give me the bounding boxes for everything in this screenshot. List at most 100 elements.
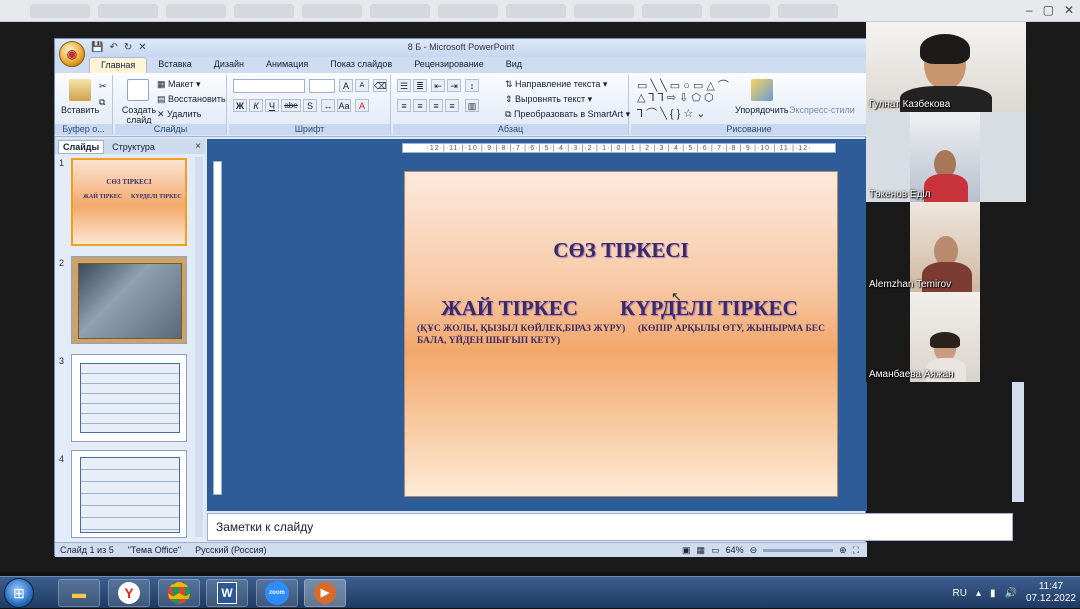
tab-slideshow[interactable]: Показ слайдов xyxy=(319,57,403,73)
italic-button[interactable]: К xyxy=(249,99,263,112)
slide-thumbnail-4[interactable] xyxy=(71,450,187,538)
spacing-icon[interactable]: ↔ xyxy=(321,99,335,112)
bullets-icon[interactable]: ☰ xyxy=(397,79,411,92)
video-tile-1[interactable]: Гулнат Казбекова xyxy=(866,22,1026,112)
tab-slides-pane[interactable]: Слайды xyxy=(58,139,105,154)
browser-tab[interactable] xyxy=(302,4,362,18)
notes-pane[interactable]: Заметки к слайду xyxy=(207,513,1013,541)
layout-button[interactable]: ▦ Макет ▾ xyxy=(157,79,201,90)
align-left-icon[interactable]: ≡ xyxy=(397,99,411,112)
font-color-icon[interactable]: A xyxy=(355,99,369,112)
fit-window-icon[interactable]: ⛶ xyxy=(853,545,859,556)
shapes-gallery-row3[interactable]: ⅂ ⌒ ╲ { } ☆ ⌄ xyxy=(637,105,706,121)
slide-canvas[interactable]: СӨЗ ТІРКЕСІ ЖАЙ ТІРКЕС КҮРДЕЛІ ТІРКЕС (Қ… xyxy=(404,171,838,497)
slide-col1-heading[interactable]: ЖАЙ ТІРКЕС xyxy=(441,296,578,321)
new-slide-button[interactable]: Создать слайд xyxy=(121,105,157,125)
editor-scrollbar[interactable] xyxy=(1012,382,1024,502)
start-button[interactable]: ⊞ xyxy=(4,578,34,608)
tray-expand-icon[interactable]: ▴ xyxy=(976,588,981,599)
browser-tab[interactable] xyxy=(98,4,158,18)
underline-button[interactable]: Ч xyxy=(265,99,279,112)
browser-tab[interactable] xyxy=(234,4,294,18)
browser-tab[interactable] xyxy=(30,4,90,18)
slide-thumbnail-2[interactable] xyxy=(71,256,187,344)
numbering-icon[interactable]: ≣ xyxy=(413,79,427,92)
browser-tab[interactable] xyxy=(778,4,838,18)
video-tile-2[interactable]: Төкенов Еділ xyxy=(866,112,1026,202)
zoom-in-icon[interactable]: ⊕ xyxy=(839,545,847,556)
network-icon[interactable]: ▮ xyxy=(990,588,996,599)
tab-home[interactable]: Главная xyxy=(89,57,148,73)
explorer-taskbar-button[interactable]: ▬ xyxy=(58,579,100,607)
shadow-button[interactable]: S xyxy=(303,99,317,112)
word-taskbar-button[interactable]: W xyxy=(206,579,248,607)
browser-tab[interactable] xyxy=(438,4,498,18)
delete-slide-button[interactable]: ✕ Удалить xyxy=(157,109,201,120)
line-spacing-icon[interactable]: ↕ xyxy=(465,79,479,92)
yandex-taskbar-button[interactable]: Y xyxy=(108,579,150,607)
decrease-indent-icon[interactable]: ⇤ xyxy=(431,79,445,92)
tab-outline-pane[interactable]: Структура xyxy=(108,141,159,153)
slide-col2-heading[interactable]: КҮРДЕЛІ ТІРКЕС xyxy=(620,296,798,321)
clock[interactable]: 11:47 07.12.2022 xyxy=(1026,581,1076,605)
align-right-icon[interactable]: ≡ xyxy=(429,99,443,112)
tab-design[interactable]: Дизайн xyxy=(203,57,255,73)
justify-icon[interactable]: ≡ xyxy=(445,99,459,112)
chrome-taskbar-button[interactable] xyxy=(158,579,200,607)
cut-icon[interactable]: ✂ xyxy=(99,81,107,92)
browser-tab[interactable] xyxy=(506,4,566,18)
reset-button[interactable]: ▤ Восстановить xyxy=(157,94,226,105)
zoom-out-icon[interactable]: ⊖ xyxy=(750,545,758,556)
language-indicator[interactable]: RU xyxy=(952,588,966,599)
slide-col2-text[interactable]: (КӨПІР АРҚЫЛЫ ӨТУ, ЖЫНЫРМА БЕС xyxy=(638,323,828,335)
thumbnail-scrollbar[interactable] xyxy=(195,157,203,537)
slide-thumbnail-1[interactable]: СӨЗ ТІРКЕСІ ЖАЙ ТІРКЕС КҮРДЕЛІ ТІРКЕС xyxy=(71,158,187,246)
paste-button[interactable]: Вставить xyxy=(61,105,99,115)
slideshow-view-icon[interactable]: ▭ xyxy=(711,545,720,556)
zoom-taskbar-button[interactable]: zoom xyxy=(256,579,298,607)
browser-tab[interactable] xyxy=(710,4,770,18)
office-button[interactable]: ◉ xyxy=(59,41,85,67)
powerpoint-taskbar-button[interactable]: ▶ xyxy=(304,579,346,607)
new-slide-icon[interactable] xyxy=(127,79,149,101)
video-tile-3[interactable]: Alemzhan Temirov xyxy=(866,202,1026,292)
browser-tab[interactable] xyxy=(574,4,634,18)
clear-format-icon[interactable]: ⌫ xyxy=(373,79,387,92)
normal-view-icon[interactable]: ▣ xyxy=(682,545,691,556)
tab-animation[interactable]: Анимация xyxy=(255,57,319,73)
quick-styles-button[interactable]: Экспресс-стили xyxy=(789,105,855,115)
minimize-icon[interactable]: – xyxy=(1026,3,1033,17)
browser-tab[interactable] xyxy=(166,4,226,18)
browser-tab[interactable] xyxy=(642,4,702,18)
bold-button[interactable]: Ж xyxy=(233,99,247,112)
close-pane-icon[interactable]: × xyxy=(195,141,201,152)
browser-tab[interactable] xyxy=(370,4,430,18)
shrink-font-button[interactable]: A xyxy=(355,79,369,92)
sorter-view-icon[interactable]: ▦ xyxy=(697,545,706,556)
tab-insert[interactable]: Вставка xyxy=(147,57,202,73)
case-icon[interactable]: Aa xyxy=(337,99,351,112)
zoom-level[interactable]: 64% xyxy=(726,545,744,555)
video-tile-4[interactable]: Аманбаева Аяжан xyxy=(866,292,1026,382)
slide-title[interactable]: СӨЗ ТІРКЕСІ xyxy=(405,238,837,263)
strike-button[interactable]: abe xyxy=(281,99,301,112)
arrange-icon[interactable] xyxy=(751,79,773,101)
align-text-button[interactable]: ⇕ Выровнять текст ▾ xyxy=(505,94,592,105)
tab-view[interactable]: Вид xyxy=(495,57,533,73)
volume-icon[interactable]: 🔊 xyxy=(1004,588,1016,599)
paste-icon[interactable] xyxy=(69,79,91,101)
tab-review[interactable]: Рецензирование xyxy=(403,57,495,73)
copy-icon[interactable]: ⧉ xyxy=(99,97,105,108)
font-size-input[interactable] xyxy=(309,79,335,93)
align-center-icon[interactable]: ≡ xyxy=(413,99,427,112)
grow-font-button[interactable]: A xyxy=(339,79,353,92)
smartart-button[interactable]: ⧉ Преобразовать в SmartArt ▾ xyxy=(505,109,630,120)
zoom-slider[interactable] xyxy=(763,548,834,552)
font-name-input[interactable] xyxy=(233,79,305,93)
close-icon[interactable]: ✕ xyxy=(1064,3,1074,17)
columns-icon[interactable]: ▥ xyxy=(465,99,479,112)
text-direction-button[interactable]: ⇅ Направление текста ▾ xyxy=(505,79,607,90)
slide-col1-text[interactable]: (ҚҰС ЖОЛЫ, ҚЫЗЫЛ КӨЙЛЕК,БІРАЗ ЖҮРУ) БАЛА… xyxy=(417,323,637,347)
arrange-button[interactable]: Упорядочить xyxy=(735,105,789,115)
increase-indent-icon[interactable]: ⇥ xyxy=(447,79,461,92)
